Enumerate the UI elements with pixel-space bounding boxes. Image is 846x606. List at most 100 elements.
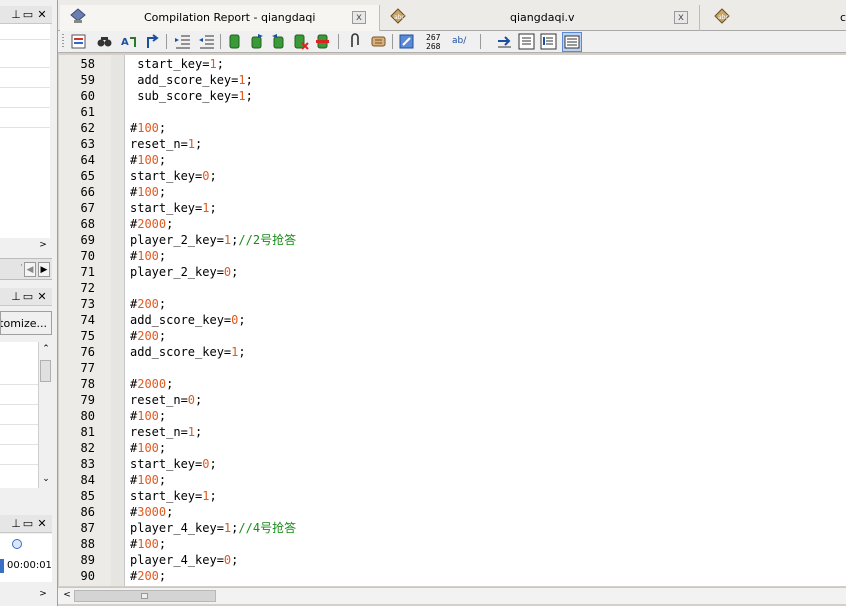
code-token: ; [158, 249, 167, 263]
pin-icon[interactable]: ⊥ [10, 516, 22, 532]
close-icon[interactable]: ✕ [36, 7, 48, 23]
code-editor[interactable]: start_key=1; add_score_key=1; sub_score_… [125, 55, 846, 586]
line-number: 74 [80, 313, 95, 327]
unindent-icon[interactable] [198, 33, 215, 50]
scroll-thumb[interactable] [74, 590, 216, 602]
code-line: #200; [130, 296, 166, 312]
tab-qiangdaqi-v[interactable]: abc qiangdaqi.v x [380, 5, 700, 31]
bookmark-previous-icon[interactable] [270, 33, 287, 50]
paperclip-icon[interactable] [346, 33, 363, 50]
line-number: 80 [80, 409, 95, 423]
line-number: 62 [80, 121, 95, 135]
panel2-vscroll[interactable]: ⌃ ⌄ [38, 342, 52, 488]
comment: //2号抢答 [238, 233, 297, 247]
pin-icon[interactable]: ⊥ [10, 289, 22, 305]
panel1-titlebar: ⊥ ▭ ✕ [0, 6, 52, 24]
float-icon[interactable]: ▭ [22, 516, 34, 532]
line-number: 68 [80, 217, 95, 231]
line-number: 82 [80, 441, 95, 455]
goto-icon[interactable] [144, 33, 161, 50]
bookmark-next-icon[interactable] [248, 33, 265, 50]
bookmark-toggle-icon[interactable] [226, 33, 243, 50]
list-row-divider [0, 444, 38, 445]
code-line: sub_score_key=1; [130, 88, 253, 104]
clock-icon [12, 539, 22, 549]
tab-third[interactable]: abc c [700, 5, 846, 31]
panel3-hscroll[interactable]: > [0, 587, 52, 604]
chevron-up-icon[interactable]: ⌃ [39, 344, 53, 354]
number-literal: 100 [137, 473, 159, 487]
number-literal: 1 [238, 89, 246, 103]
customize-button[interactable]: stomize... [0, 311, 52, 335]
code-token: reset_n= [130, 137, 188, 151]
toolbar-grip [62, 34, 64, 49]
pin-icon[interactable]: ⊥ [10, 7, 22, 23]
scroll-grip [141, 593, 148, 599]
code-token: player_2_key= [130, 233, 224, 247]
line-number: 79 [80, 393, 95, 407]
code-line: add_score_key=1; [130, 72, 253, 88]
block-uncomment-icon[interactable] [540, 33, 557, 50]
code-token: ; [166, 505, 174, 519]
code-token: ; [209, 457, 217, 471]
bookmark-clear-icon[interactable] [292, 33, 309, 50]
scroll-left-button[interactable]: ◀ [24, 262, 36, 277]
left-dock: ⊥ ▭ ✕ > · ◀ ▶ ⊥ ▭ ✕ stomize... ⌃ ⌄ ⊥ [0, 0, 58, 606]
code-token: ; [245, 73, 253, 87]
code-token: ; [158, 537, 167, 551]
scroll-thumb[interactable] [40, 360, 51, 382]
code-token: sub_score_key= [130, 89, 239, 103]
chevron-down-icon[interactable]: ⌄ [39, 474, 53, 484]
find-icon[interactable] [96, 33, 113, 50]
svg-text:A: A [121, 37, 129, 48]
code-token: start_key= [130, 201, 203, 215]
indent-icon[interactable] [174, 33, 191, 50]
view-mode-icon[interactable] [562, 32, 582, 52]
insert-template-icon[interactable] [70, 33, 87, 50]
progress-marker [0, 559, 4, 573]
line-number: 61 [80, 105, 95, 119]
number-literal: 200 [137, 297, 159, 311]
editor-hscrollbar[interactable]: < [58, 587, 846, 604]
chevron-right-icon[interactable]: > [36, 589, 50, 599]
close-tab-button[interactable]: x [674, 11, 688, 24]
line-column-indicator[interactable]: 267 268 [426, 33, 440, 51]
word-wrap-toggle[interactable]: ab/ [452, 36, 466, 46]
close-tab-button[interactable]: x [352, 11, 366, 24]
insert-arrow-icon[interactable] [496, 33, 513, 50]
gutter-margin [111, 55, 125, 586]
code-token: add_score_key= [130, 313, 232, 327]
scroll-icon[interactable] [370, 33, 387, 50]
number-literal: 2000 [137, 377, 167, 391]
code-token: ; [209, 489, 217, 503]
line-number: 69 [80, 233, 95, 247]
panel1-hscroll[interactable]: > [0, 238, 52, 255]
line-number: 89 [80, 553, 95, 567]
code-token: ; [158, 121, 167, 135]
line-number: 83 [80, 457, 95, 471]
find-replace-icon[interactable]: A [120, 33, 137, 50]
float-icon[interactable]: ▭ [22, 7, 34, 23]
number-literal: 1 [209, 57, 217, 71]
line-number: 77 [80, 361, 95, 375]
code-token: ; [245, 89, 253, 103]
close-icon[interactable]: ✕ [36, 289, 48, 305]
code-line: #100; [130, 472, 166, 488]
code-line: #100; [130, 184, 166, 200]
chevron-right-icon[interactable]: > [36, 240, 50, 250]
number-literal: 100 [137, 121, 159, 135]
tab-title: qiangdaqi.v [510, 11, 575, 24]
chevron-left-icon[interactable]: < [60, 590, 74, 600]
block-comment-icon[interactable] [518, 33, 535, 50]
close-icon[interactable]: ✕ [36, 516, 48, 532]
tab-compilation-report[interactable]: Compilation Report - qiangdaqi x [60, 5, 380, 31]
bookmark-clear-all-icon[interactable] [314, 33, 331, 50]
float-icon[interactable]: ▭ [22, 289, 34, 305]
number-literal: 200 [137, 569, 159, 583]
code-token: ; [158, 297, 167, 311]
edit-document-icon[interactable] [398, 33, 415, 50]
line-number: 67 [80, 201, 95, 215]
scroll-right-button[interactable]: ▶ [38, 262, 50, 277]
svg-text:abc: abc [394, 14, 405, 21]
svg-text:abc: abc [718, 14, 729, 21]
